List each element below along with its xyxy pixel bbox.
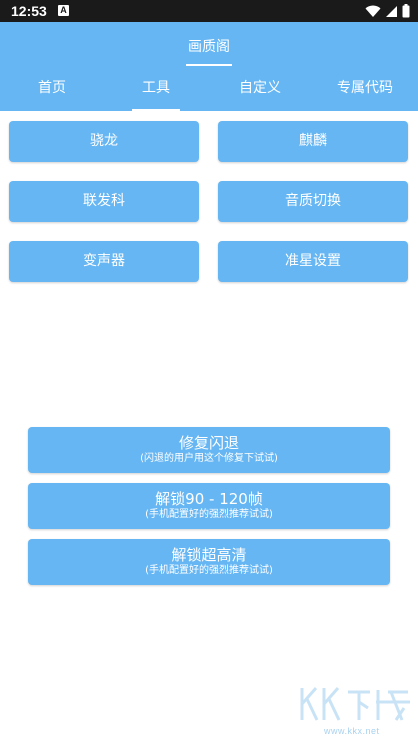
battery-icon [402,4,410,18]
tab-label: 专属代码 [337,80,393,96]
tab-label: 首页 [38,80,66,96]
title-underline [186,64,232,66]
watermark: www.kkx.net [296,682,414,740]
fix-crash-button[interactable]: 修复闪退 (闪退的用户用这个修复下试试) [28,427,390,473]
unlock-uhd-button[interactable]: 解锁超高清 (手机配置好的强烈推荐试试) [28,539,390,585]
kirin-button[interactable]: 麒麟 [218,121,408,162]
tab-custom[interactable]: 自定义 [208,68,312,111]
tab-indicator [132,109,180,111]
status-bar: 12:53 A [0,0,418,22]
tab-label: 自定义 [239,80,281,96]
audio-quality-switch-button[interactable]: 音质切换 [218,181,408,222]
status-icons [365,4,410,18]
button-sublabel: (手机配置好的强烈推荐试试) [145,565,273,576]
button-label: 修复闪退 [178,434,239,452]
notification-icon: A [58,5,69,16]
button-label: 解锁90 - 120帧 [155,490,263,508]
kk-logo [300,687,410,721]
voice-changer-button[interactable]: 变声器 [9,241,199,282]
app-bar: 画质阁 [0,22,418,68]
wifi-icon [365,5,381,17]
signal-icon [386,5,397,17]
snapdragon-button[interactable]: 骁龙 [9,121,199,162]
status-time: 12:53 [11,3,47,19]
crosshair-settings-button[interactable]: 准星设置 [218,241,408,282]
tab-bar: 首页 工具 自定义 专属代码 [0,68,418,111]
tab-tools[interactable]: 工具 [104,68,208,111]
tab-exclusive-code[interactable]: 专属代码 [312,68,418,111]
button-sublabel: (手机配置好的强烈推荐试试) [145,509,273,520]
app-title: 画质阁 [188,39,230,55]
mediatek-button[interactable]: 联发科 [9,181,199,222]
button-sublabel: (闪退的用户用这个修复下试试) [140,453,278,464]
tab-home[interactable]: 首页 [0,68,104,111]
watermark-url: www.kkx.net [324,726,380,736]
tab-label: 工具 [142,80,170,96]
unlock-fps-button[interactable]: 解锁90 - 120帧 (手机配置好的强烈推荐试试) [28,483,390,529]
button-label: 解锁超高清 [171,546,247,564]
